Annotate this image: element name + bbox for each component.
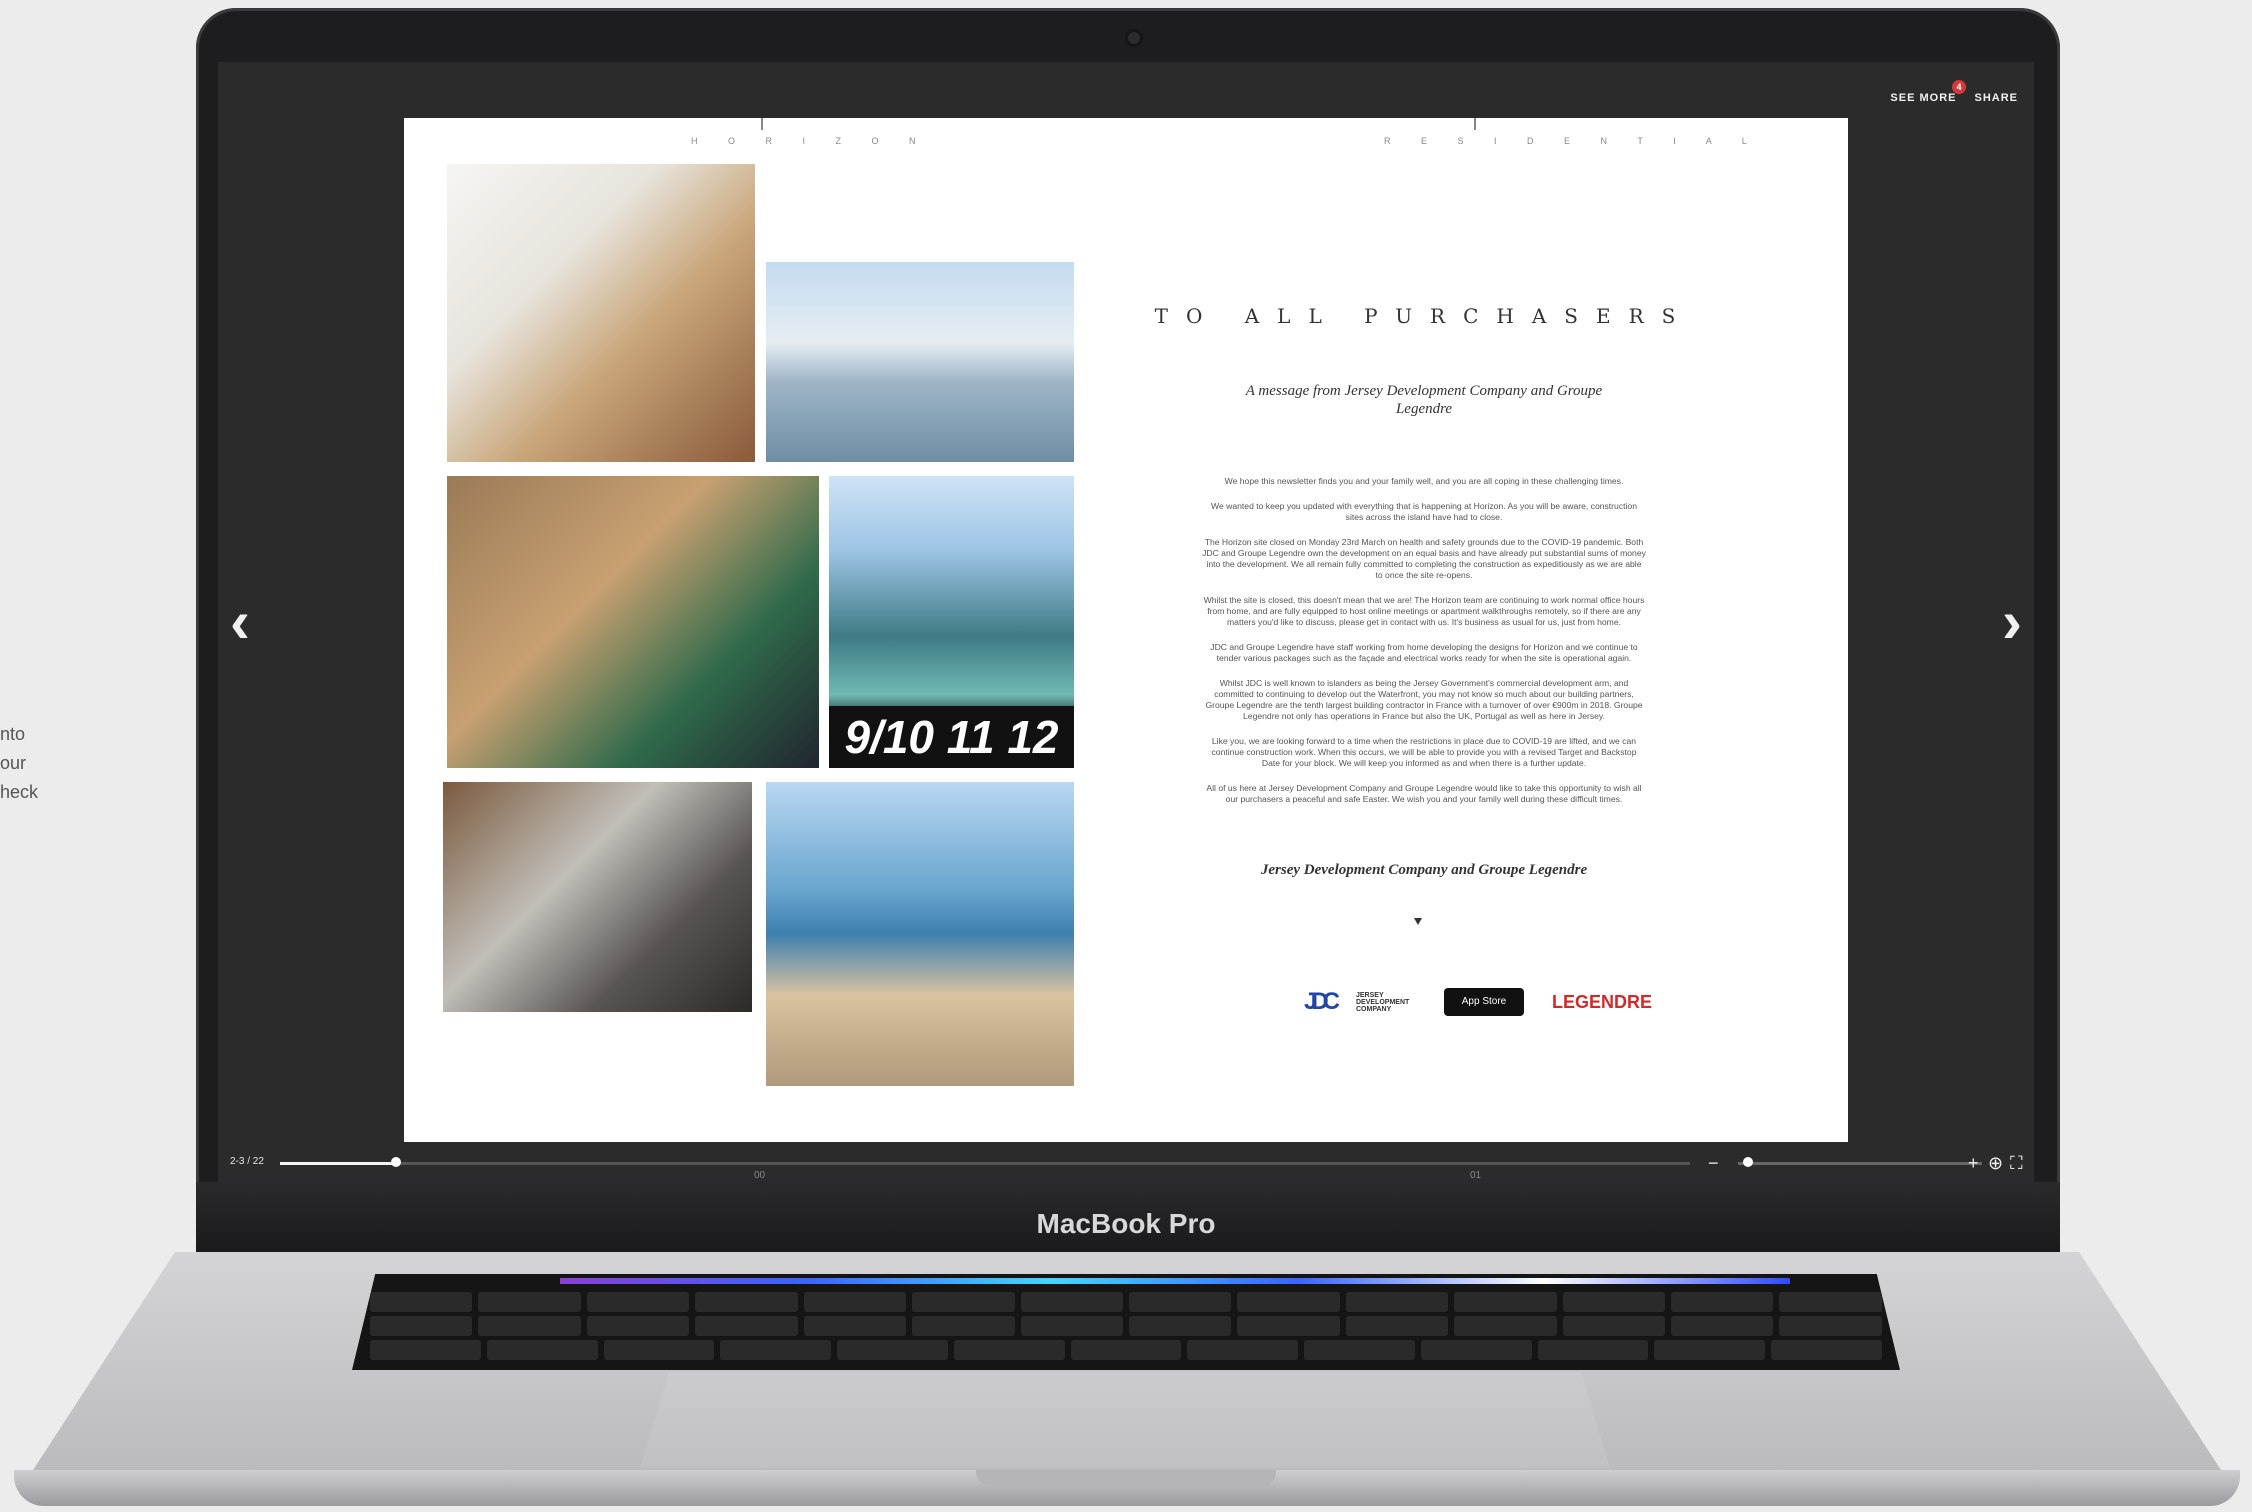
- right-header-tick: [1474, 118, 1476, 130]
- photo-dining-table: [447, 164, 755, 462]
- right-header: R E S I D E N T I A L: [1384, 136, 1761, 146]
- background-side-text: nto our heck: [0, 720, 60, 807]
- camera: [1128, 32, 1140, 44]
- body-paragraph: We wanted to keep you updated with every…: [1211, 501, 1637, 522]
- body-paragraph: All of us here at Jersey Development Com…: [1206, 783, 1642, 804]
- photo-cyclists: [766, 782, 1074, 1086]
- key-row: [370, 1292, 1882, 1312]
- reader-bottom-bar: 2-3 / 22 − + ⊕ ⛶: [218, 1152, 2034, 1174]
- body-paragraph: Like you, we are looking forward to a ti…: [1211, 736, 1637, 768]
- jdc-logo: JDC JERSEY DEVELOPMENT COMPANY: [1304, 988, 1414, 1016]
- body-paragraph: Whilst the site is closed, this doesn't …: [1203, 595, 1645, 627]
- signoff: Jersey Development Company and Groupe Le…: [1260, 862, 1588, 878]
- page-subtitle: A message from Jersey Development Compan…: [1245, 383, 1603, 417]
- logo-row: JDC JERSEY DEVELOPMENT COMPANY App Store…: [1304, 988, 1674, 1016]
- device-brand-label: MacBook Pro: [1036, 1208, 1216, 1239]
- top-controls: SEE MORE 4 SHARE: [1890, 80, 2018, 104]
- laptop-notch: [976, 1470, 1276, 1486]
- trackpad: [640, 1372, 1610, 1468]
- zoom-icon[interactable]: ⊕: [1988, 1152, 2003, 1174]
- zoom-out-button[interactable]: −: [1708, 1152, 1719, 1174]
- jdc-mark: JDC: [1304, 988, 1340, 1015]
- key-row: [370, 1340, 1882, 1360]
- photo-marina-runners: [766, 262, 1074, 462]
- page-title: TO ALL PURCHASERS: [1154, 304, 1694, 328]
- key-row: [370, 1316, 1882, 1336]
- page-progress-fill: [280, 1162, 396, 1165]
- chevron-right-icon: ›: [2002, 588, 2022, 655]
- share-button[interactable]: SHARE: [1974, 92, 2018, 104]
- side-text-line: nto: [0, 724, 26, 744]
- magazine-spread: H O R I Z O N R E S I D E N T I A L 9/10…: [404, 118, 1848, 1181]
- body-paragraph: JDC and Groupe Legendre have staff worki…: [1210, 642, 1638, 663]
- body-paragraph: We hope this newsletter finds you and yo…: [1224, 476, 1624, 486]
- zoom-in-button[interactable]: +: [1968, 1152, 1979, 1174]
- lane-numbers: 9/10 11 12: [829, 706, 1074, 768]
- body-paragraph: The Horizon site closed on Monday 23rd M…: [1202, 537, 1646, 580]
- left-header-tick: [761, 118, 763, 130]
- app-store-badge[interactable]: App Store: [1444, 988, 1524, 1016]
- photo-friends-drinks: [447, 476, 819, 768]
- left-header: H O R I Z O N: [691, 136, 930, 146]
- letter-body: We hope this newsletter finds you and yo…: [1202, 476, 1646, 819]
- end-mark: [1414, 918, 1422, 925]
- zoom-slider-handle[interactable]: [1742, 1157, 1753, 1167]
- app-store-label: App Store: [1461, 996, 1507, 1007]
- body-paragraph: Whilst JDC is well known to islanders as…: [1205, 678, 1643, 721]
- jdc-text: JERSEY DEVELOPMENT COMPANY: [1356, 992, 1410, 1013]
- page-progress-handle[interactable]: [390, 1157, 401, 1167]
- previous-page-button[interactable]: ‹: [230, 592, 250, 652]
- side-text-line: heck: [0, 782, 39, 802]
- photo-gin-glass: [443, 782, 752, 1012]
- legendre-text: LEGENDRE: [1552, 992, 1653, 1012]
- page-indicator: 2-3 / 22: [230, 1156, 264, 1167]
- zoom-slider-track[interactable]: [1738, 1162, 1982, 1165]
- notification-badge: 4: [1952, 80, 1967, 94]
- next-page-button[interactable]: ›: [2002, 592, 2022, 652]
- chevron-left-icon: ‹: [230, 588, 250, 655]
- laptop-screen: SEE MORE 4 SHARE ‹ › H O R I Z O N R E S…: [218, 62, 2034, 1192]
- photo-swimmers: 9/10 11 12: [829, 476, 1074, 768]
- legendre-logo: LEGENDRE: [1552, 988, 1672, 1016]
- see-more-label: SEE MORE: [1890, 92, 1957, 104]
- touch-bar: [560, 1278, 1790, 1284]
- see-more-button[interactable]: SEE MORE 4: [1890, 80, 1967, 104]
- side-text-line: our: [0, 753, 27, 773]
- fullscreen-icon[interactable]: ⛶: [2010, 1152, 2023, 1174]
- page-progress-track[interactable]: [280, 1162, 1690, 1165]
